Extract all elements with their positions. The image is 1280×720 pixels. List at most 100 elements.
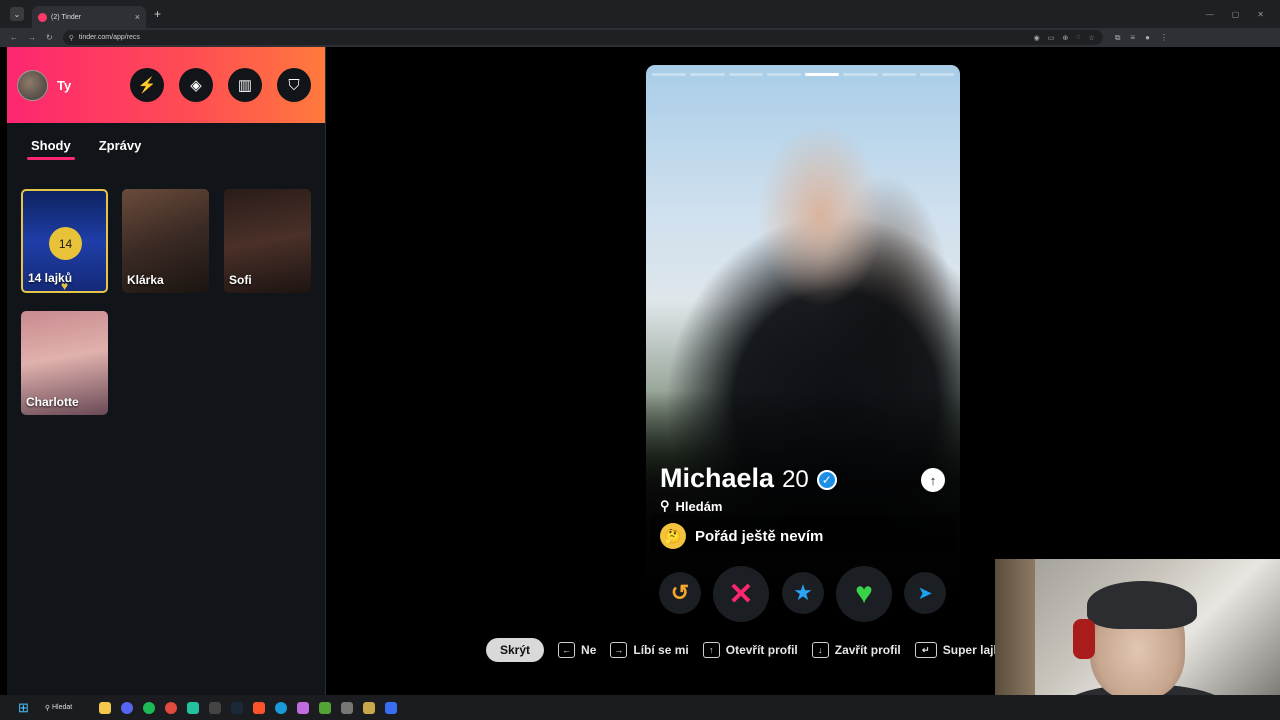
super-like-button[interactable]: ★ [782, 572, 824, 614]
boost-icon[interactable]: ⚡ [130, 68, 164, 102]
safety-shield-icon[interactable]: ⛉ [277, 68, 311, 102]
edge-icon[interactable] [274, 701, 287, 714]
hide-icon[interactable]: ◌ [1076, 34, 1080, 42]
rewind-button[interactable]: ↺ [659, 572, 701, 614]
passport-icon[interactable]: ▥ [228, 68, 262, 102]
browser-tab[interactable]: (2) Tinder × [32, 6, 146, 28]
profile-name-row: Michaela 20 ✓ [660, 463, 837, 494]
match-card[interactable]: Sofi [224, 189, 311, 293]
back-icon[interactable]: ← [10, 33, 18, 42]
address-bar-row: ← → ↻ ⚲ tinder.com/app/recs ◉ ▭ ⊕ ◌ ☆ ⧉ … [0, 28, 1280, 47]
app-icon[interactable] [186, 701, 199, 714]
taskbar-search[interactable]: ⚲ Hledat [45, 699, 87, 716]
profile-name: Michaela [660, 463, 775, 493]
nope-button[interactable]: ✕ [713, 566, 769, 622]
reload-icon[interactable]: ↻ [46, 33, 53, 42]
webcam-person-cap [1087, 581, 1197, 629]
file-explorer-icon[interactable] [98, 701, 111, 714]
shortcut-nope: ← Ne [558, 642, 596, 658]
sidebar-header: Ty ⚡ ◈ ▥ ⛉ [7, 47, 325, 123]
shortcut-like: → Líbí se mi [610, 642, 689, 658]
taskbar: ⊞ ⚲ Hledat [0, 695, 1280, 720]
heart-icon: ♥ [855, 577, 873, 610]
url-text: tinder.com/app/recs [78, 34, 140, 41]
profile-icon[interactable]: ● [1145, 33, 1150, 43]
user-label[interactable]: Ty [57, 78, 71, 93]
url-field[interactable]: ⚲ tinder.com/app/recs ◉ ▭ ⊕ ◌ ☆ [62, 30, 1103, 45]
photo-progress-segment[interactable] [766, 73, 801, 76]
window-controls: — ▢ ✕ [1206, 10, 1280, 19]
photo-progress-segment[interactable] [690, 73, 725, 76]
shortcut-label: Otevřít profil [725, 643, 798, 657]
close-window-icon[interactable]: ✕ [1257, 10, 1264, 19]
webcam-headset [1073, 619, 1095, 659]
hide-shortcuts-button[interactable]: Skrýt [486, 638, 545, 662]
photo-progress-segment[interactable] [919, 73, 954, 76]
bookmark-star-icon[interactable]: ☆ [1088, 34, 1094, 42]
cast-icon[interactable]: ▭ [1048, 34, 1055, 42]
profile-card[interactable]: Michaela 20 ✓ ↑ ⚲ Hledám 🤔 Pořád ještě n… [646, 65, 960, 590]
thinking-emoji-icon: 🤔 [660, 523, 686, 549]
shortcut-close-profile: ↓ Zavřít profil [811, 642, 901, 658]
photo-progress-segment[interactable] [728, 73, 763, 76]
down-arrow-key-icon: ↓ [811, 642, 829, 658]
tab-matches[interactable]: Shody [27, 138, 75, 160]
app-icon[interactable] [362, 701, 375, 714]
looking-for-label: Hledám [675, 498, 723, 514]
sidebar-tabs: Shody Zprávy [7, 123, 325, 168]
brave-icon[interactable] [252, 701, 265, 714]
discord-icon[interactable] [120, 701, 133, 714]
photo-progress-segment[interactable] [843, 73, 878, 76]
shortcut-label: Ne [581, 643, 597, 657]
open-profile-button[interactable]: ↑ [921, 468, 945, 492]
photo-progress-segment[interactable] [652, 73, 687, 76]
tab-close-icon[interactable]: × [135, 12, 140, 22]
app-icon[interactable] [340, 701, 353, 714]
shortcut-open-profile: ↑ Otevřít profil [702, 642, 798, 658]
match-card[interactable]: Charlotte [21, 311, 108, 415]
search-icon: ⚲ [660, 498, 670, 513]
tab-messages[interactable]: Zprávy [99, 138, 142, 153]
extensions-icon[interactable]: ⧉ [1115, 33, 1121, 43]
likes-count-badge: 14 [49, 227, 82, 260]
like-button[interactable]: ♥ [836, 566, 892, 622]
app-icon[interactable] [296, 701, 309, 714]
app-icon[interactable] [208, 701, 221, 714]
zoom-icon[interactable]: ⊕ [1062, 34, 1068, 42]
photo-progress-segment[interactable] [881, 73, 916, 76]
keyboard-shortcuts-bar: Skrýt ← Ne → Líbí se mi ↑ Otevřít profil… [486, 638, 1000, 662]
location-icon[interactable]: ◉ [1034, 34, 1040, 42]
maximize-icon[interactable]: ▢ [1232, 10, 1240, 19]
match-name: Klárka [127, 273, 164, 287]
new-tab-button[interactable]: + [154, 7, 161, 21]
minimize-icon[interactable]: — [1206, 10, 1214, 19]
match-name: Sofi [229, 273, 252, 287]
sidebar: Ty ⚡ ◈ ▥ ⛉ Shody Zprávy 14 14 lajků ♥ Kl… [7, 47, 326, 695]
relationship-intent: 🤔 Pořád ještě nevím [650, 515, 956, 557]
forward-icon[interactable]: → [28, 33, 36, 42]
menu-icon[interactable]: ⋮ [1160, 33, 1168, 43]
explore-icon[interactable]: ◈ [179, 68, 213, 102]
site-info-icon[interactable]: ⚲ [69, 34, 74, 42]
boost-button[interactable]: ➤ [904, 572, 946, 614]
spotify-icon[interactable] [142, 701, 155, 714]
minecraft-icon[interactable] [318, 701, 331, 714]
bitwarden-icon[interactable] [384, 701, 397, 714]
match-card[interactable]: Klárka [122, 189, 209, 293]
steam-icon[interactable] [230, 701, 243, 714]
browser-tab-strip: ⌄ (2) Tinder × + — ▢ ✕ [0, 0, 1280, 28]
photo-progress-segment[interactable] [805, 73, 840, 76]
chrome-icon[interactable] [164, 701, 177, 714]
likes-card[interactable]: 14 14 lajků ♥ [21, 189, 108, 293]
tab-search-icon[interactable]: ⌄ [10, 7, 24, 21]
tinder-favicon-icon [38, 12, 47, 22]
taskbar-apps [98, 701, 397, 714]
shortcut-label: Líbí se mi [633, 643, 689, 657]
avatar[interactable] [17, 69, 48, 101]
shortcut-label: Super lajk [942, 643, 1001, 657]
relationship-intent-text: Pořád ještě nevím [695, 527, 824, 545]
send-icon: ➤ [917, 582, 933, 603]
enter-key-icon: ↵ [914, 642, 937, 658]
media-icon[interactable]: ≡ [1130, 33, 1135, 43]
windows-start-icon[interactable]: ⊞ [18, 700, 29, 716]
